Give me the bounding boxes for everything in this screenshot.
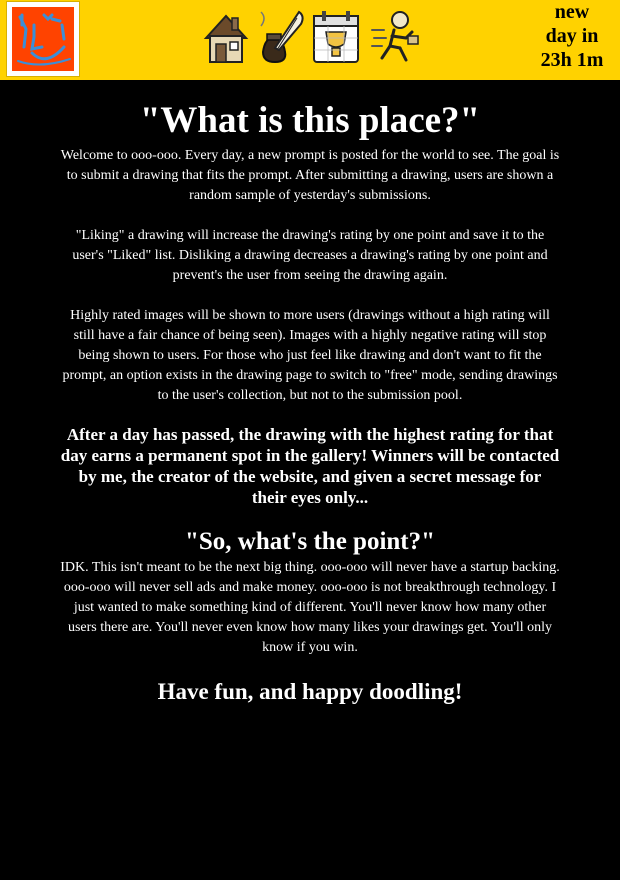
point-paragraph: IDK. This isn't meant to be the next big…	[60, 560, 560, 655]
rating-paragraph: Highly rated images will be shown to mor…	[62, 308, 558, 403]
liking-paragraph: "Liking" a drawing will increase the dra…	[72, 228, 548, 283]
countdown-line-2: day in	[545, 25, 599, 47]
about-content: "What is this place?" Welcome to ooo-ooo…	[60, 96, 560, 707]
top-bar: new day in 23h 1m	[0, 0, 620, 80]
calendar-trophy-icon[interactable]	[310, 8, 362, 66]
new-day-countdown: new day in 23h 1m	[532, 0, 612, 72]
closing-message: Have fun, and happy doodling!	[157, 679, 463, 704]
page-title: "What is this place?"	[139, 100, 481, 141]
running-person-icon[interactable]	[370, 8, 422, 66]
intro-paragraph: Welcome to ooo-ooo. Every day, a new pro…	[60, 148, 560, 203]
winner-paragraph: After a day has passed, the drawing with…	[60, 425, 560, 507]
countdown-line-1: new	[554, 1, 590, 23]
ink-quill-icon[interactable]	[255, 8, 307, 66]
house-icon[interactable]	[200, 8, 252, 66]
point-heading: "So, what's the point?"	[184, 528, 436, 555]
logo-button[interactable]	[6, 1, 80, 77]
doodle-face-logo-icon	[12, 7, 74, 71]
countdown-line-3: 23h 1m	[540, 49, 604, 71]
